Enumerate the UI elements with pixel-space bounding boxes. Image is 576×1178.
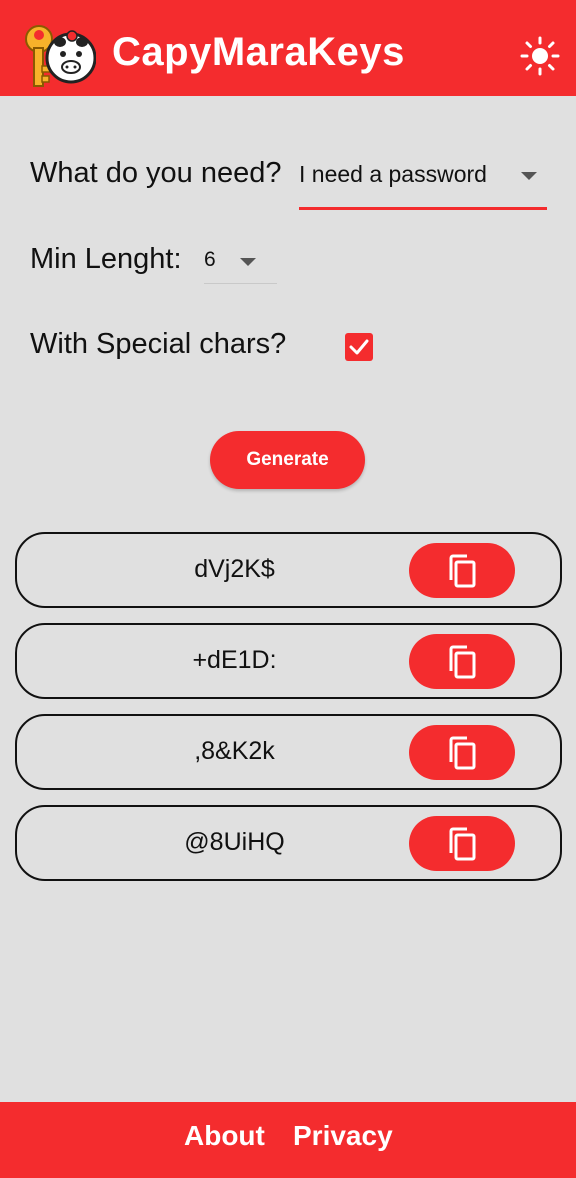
- dropdown-arrow-icon: [240, 258, 256, 266]
- min-length-value: 6: [204, 248, 216, 271]
- copy-icon: [449, 736, 476, 769]
- copy-icon: [449, 645, 476, 678]
- app-title: CapyMaraKeys: [112, 30, 405, 74]
- app-bar: CapyMaraKeys: [0, 0, 576, 96]
- password-result-row: @8UiHQ: [15, 805, 562, 881]
- generate-button[interactable]: Generate: [210, 431, 365, 489]
- checkmark-icon: [349, 339, 369, 355]
- sun-icon: [520, 36, 560, 76]
- copy-password-button[interactable]: [409, 634, 515, 689]
- need-type-value: I need a password: [299, 161, 487, 187]
- dropdown-arrow-icon: [521, 172, 537, 180]
- min-length-label: Min Lenght:: [30, 243, 182, 275]
- about-link[interactable]: About: [184, 1120, 265, 1152]
- app-screen: CapyMaraKeys What do you need? I need a …: [0, 0, 576, 1178]
- password-result-row: +dE1D:: [15, 623, 562, 699]
- password-result-row: dVj2K$: [15, 532, 562, 608]
- copy-password-button[interactable]: [409, 725, 515, 780]
- min-length-dropdown[interactable]: 6: [204, 240, 277, 284]
- special-chars-checkbox[interactable]: [345, 333, 373, 361]
- generated-password-text: dVj2K$: [194, 555, 275, 583]
- generated-password-text: +dE1D:: [192, 646, 277, 674]
- capybara-key-logo: [22, 22, 97, 90]
- copy-password-button[interactable]: [409, 543, 515, 598]
- password-result-row: ,8&K2k: [15, 714, 562, 790]
- special-chars-label: With Special chars?: [30, 328, 287, 360]
- copy-password-button[interactable]: [409, 816, 515, 871]
- generated-password-text: ,8&K2k: [194, 737, 275, 765]
- footer-bar: About Privacy: [0, 1102, 576, 1178]
- privacy-link[interactable]: Privacy: [293, 1120, 393, 1152]
- generated-password-text: @8UiHQ: [184, 828, 285, 856]
- need-label: What do you need?: [30, 157, 282, 189]
- copy-icon: [449, 827, 476, 860]
- theme-toggle-button[interactable]: [520, 36, 560, 76]
- copy-icon: [449, 554, 476, 587]
- need-type-dropdown[interactable]: I need a password: [299, 152, 547, 210]
